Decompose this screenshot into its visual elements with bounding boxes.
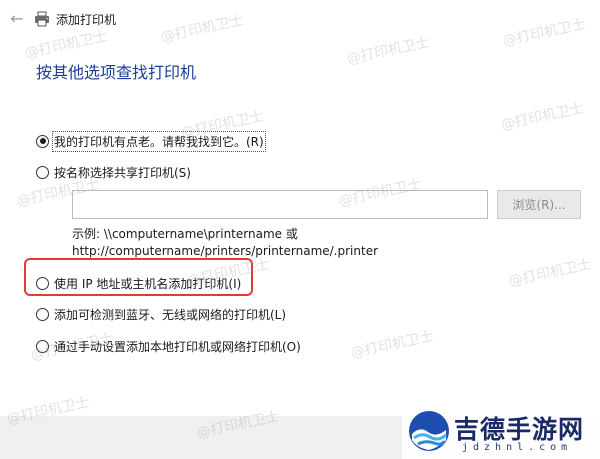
option-manual-settings[interactable]: 通过手动设置添加本地打印机或网络打印机(O) bbox=[36, 336, 301, 356]
window-title: 添加打印机 bbox=[56, 13, 117, 27]
watermark: @打印机卫士 bbox=[349, 328, 435, 362]
option-bluetooth-wireless-label: 添加可检测到蓝牙、无线或网络的打印机(L) bbox=[54, 307, 287, 322]
shared-printer-name-input[interactable] bbox=[72, 190, 488, 219]
printer-icon bbox=[35, 11, 49, 27]
radio-old-printer[interactable] bbox=[36, 134, 49, 148]
title-bar: ← 添加打印机 bbox=[0, 0, 600, 40]
option-old-printer[interactable]: 我的打印机有点老。请帮我找到它。(R) bbox=[36, 130, 266, 152]
option-manual-settings-label: 通过手动设置添加本地打印机或网络打印机(O) bbox=[54, 339, 301, 354]
browse-button[interactable]: 浏览(R)... bbox=[497, 190, 581, 219]
radio-manual-settings[interactable] bbox=[36, 339, 49, 353]
watermark: @打印机卫士 bbox=[507, 256, 593, 290]
site-badge: 吉德手游网 jdzhnl.com bbox=[402, 404, 600, 459]
highlight-box bbox=[24, 258, 253, 296]
back-arrow-icon[interactable]: ← bbox=[8, 10, 26, 28]
radio-bluetooth-wireless[interactable] bbox=[36, 307, 49, 321]
site-url: jdzhnl.com bbox=[462, 442, 573, 453]
site-name: 吉德手游网 bbox=[454, 415, 585, 444]
wave-logo-icon bbox=[409, 411, 449, 451]
example-line-1: 示例: \\computername\printername 或 bbox=[72, 227, 298, 241]
option-shared-printer[interactable]: 按名称选择共享打印机(S) bbox=[36, 162, 191, 182]
option-bluetooth-wireless[interactable]: 添加可检测到蓝牙、无线或网络的打印机(L) bbox=[36, 304, 286, 324]
option-shared-printer-label: 按名称选择共享打印机(S) bbox=[54, 165, 191, 180]
option-old-printer-label: 我的打印机有点老。请帮我找到它。(R) bbox=[52, 130, 266, 152]
example-text: 示例: \\computername\printername 或 http://… bbox=[72, 226, 378, 260]
page-heading: 按其他选项查找打印机 bbox=[36, 63, 197, 82]
watermark: @打印机卫士 bbox=[499, 100, 585, 134]
radio-shared-printer[interactable] bbox=[36, 165, 49, 179]
